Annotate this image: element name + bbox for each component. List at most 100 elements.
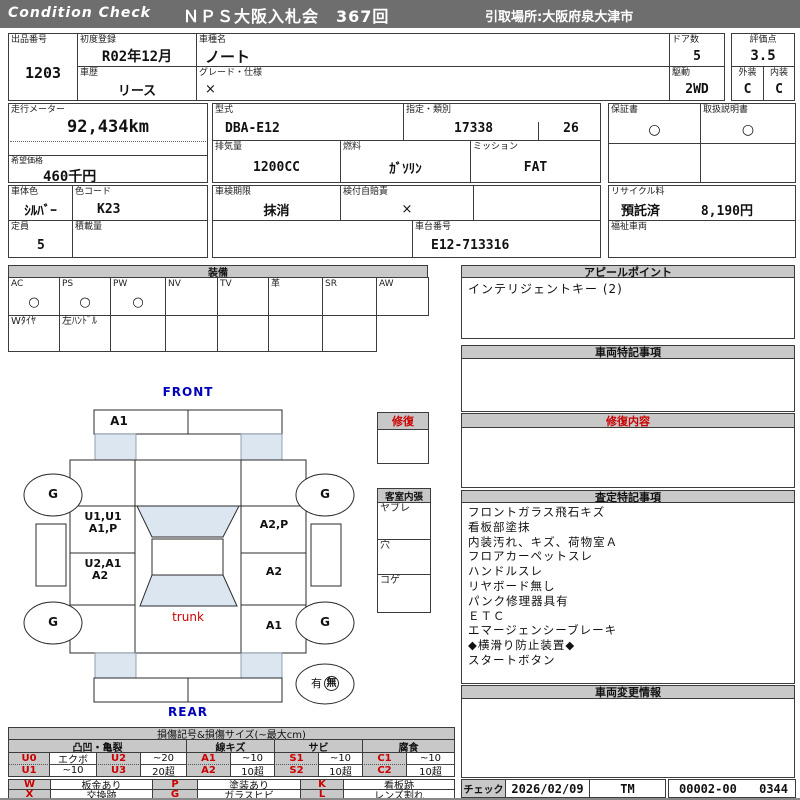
vehicle-notes-title: 車両特記事項: [461, 345, 795, 359]
blank-cell-2: [212, 220, 413, 258]
odometer-divider: [10, 138, 206, 142]
manual-label: 取扱説明書: [701, 104, 795, 116]
check-date-cell: 2026/02/09: [505, 779, 590, 798]
interior-grade-cell: 内装 C: [763, 66, 795, 101]
equipment-cell-nv: NV: [165, 277, 218, 316]
recycle-fee-cell: リサイクル料 預託済 8,190円: [608, 185, 796, 221]
recycle-amount-value: 8,190円: [701, 200, 753, 219]
assessment-line: エマージェンシーブレーキ: [462, 623, 794, 638]
assessment-line: パンク修理器具有: [462, 594, 794, 609]
condition-check-sheet: Condition Check ＮＰＳ大阪入札会 367回 引取場所:大阪府泉大…: [0, 0, 800, 800]
spare-present-label: 有: [311, 677, 322, 690]
equipment-cell-sr: SR: [322, 277, 377, 316]
displacement-cell: 排気量 1200CC: [212, 140, 341, 183]
equipment-cell-aw: AW: [376, 277, 429, 316]
wheel-front-left: G: [24, 488, 82, 501]
recycle-fee-label: リサイクル料: [609, 186, 795, 198]
odometer-cell: 走行メーター 92,434km: [8, 103, 208, 156]
recycle-fee-values: 預託済 8,190円: [609, 198, 795, 220]
equipment-extra-cell-1: Wﾀｲﾔ: [8, 315, 60, 352]
change-info-body: [461, 698, 795, 778]
mark-left-rear-panel: U2,A1A2: [70, 558, 136, 582]
equipment-value-pw: ○: [111, 290, 165, 315]
legend-desc-a2: 10超: [230, 764, 275, 777]
trunk-label: trunk: [150, 611, 226, 624]
assessment-line: ＥＴＣ: [462, 609, 794, 624]
legend-code-c2: C2: [362, 764, 407, 777]
fuel-value: ｶﾞｿﾘﾝ: [341, 153, 470, 182]
equipment-cell-ps: PS ○: [59, 277, 111, 316]
warranty-label: 保証書: [609, 104, 700, 116]
spare-absent-circled: 無: [324, 676, 339, 691]
manual-circle: ○: [701, 116, 795, 143]
first-registration-value: R02年12月: [78, 46, 196, 66]
legend-group-corrosion: 腐食: [362, 739, 455, 753]
check-date-value: 2026/02/09: [506, 780, 589, 797]
equipment-label-sr: SR: [323, 278, 376, 290]
front-direction-label: FRONT: [160, 386, 216, 399]
first-registration-cell: 初度登録 R02年12月: [77, 33, 197, 67]
exterior-grade-cell: 外装 C: [731, 66, 764, 101]
equipment-value-ps: ○: [60, 290, 110, 315]
exterior-grade-value: C: [732, 79, 763, 100]
equipment-value-tv: [218, 290, 268, 315]
equipment-extra-cell-4: [165, 315, 218, 352]
equipment-extra-cell-6: [268, 315, 323, 352]
equipment-label-ac: AC: [9, 278, 59, 290]
legend-code-u1: U1: [8, 764, 50, 777]
first-registration-label: 初度登録: [78, 34, 196, 46]
mark-left-rear-line2: A2: [70, 570, 136, 582]
capacity-value: 5: [9, 233, 72, 257]
displacement-value: 1200CC: [213, 153, 340, 182]
equipment-label-nv: NV: [166, 278, 217, 290]
auction-title: ＮＰＳ大阪入札会 367回: [183, 3, 389, 27]
warranty-cell: 保証書 ○: [608, 103, 701, 144]
mark-right-rear-panel: A2: [241, 565, 307, 578]
assessment-line: リヤボード無し: [462, 579, 794, 594]
legend-group-dents: 凸凹・亀裂: [8, 739, 187, 753]
insurance-value: ×: [341, 198, 473, 220]
body-color-label: 車体色: [9, 186, 72, 198]
odometer-label: 走行メーター: [9, 104, 207, 116]
shaken-label: 車検期限: [213, 186, 340, 198]
legend-desc-u1: ~10: [49, 764, 97, 777]
pickup-location: 引取場所:大阪府泉大津市: [485, 6, 633, 25]
grade-cell: グレード・仕様 ×: [196, 66, 670, 101]
assessment-line: 看板部塗抹: [462, 520, 794, 535]
mark-left-front-line2: A1,P: [70, 523, 136, 535]
legend-group-rust: サビ: [274, 739, 363, 753]
assessment-line: ハンドルスレ: [462, 564, 794, 579]
shaken-cell: 車検期限 抹消: [212, 185, 341, 221]
drive-cell: 駆動 2WD: [669, 66, 725, 101]
assessment-line: 内装汚れ、キズ、荷物室Ａ: [462, 535, 794, 550]
transmission-label: ミッション: [471, 141, 600, 153]
assessment-line: ◆横滑り防止装置◆: [462, 638, 794, 653]
grade-value: ×: [197, 79, 669, 100]
equipment-label-tv: TV: [218, 278, 268, 290]
blank-cell-1: [473, 185, 601, 221]
class-type-divider: [538, 122, 539, 141]
recycle-status-value: 預託済: [621, 200, 660, 219]
price-cell: 希望価格 460千円: [8, 155, 208, 183]
equipment-extra-lhd: 左ﾊﾝﾄﾞﾙ: [60, 316, 110, 328]
history-label: 車歴: [78, 67, 196, 79]
wheel-rear-left: G: [24, 616, 82, 629]
equipment-value-aw: [377, 290, 428, 315]
wheel-rear-right: G: [296, 616, 354, 629]
transmission-cell: ミッション FAT: [470, 140, 601, 183]
doors-label: ドア数: [670, 34, 724, 46]
price-label: 希望価格: [9, 156, 207, 166]
doors-value: 5: [670, 46, 724, 66]
doors-cell: ドア数 5: [669, 33, 725, 67]
equipment-label-aw: AW: [377, 278, 428, 290]
manual-empty-cell: [700, 143, 796, 183]
grade-label: グレード・仕様: [197, 67, 669, 79]
equipment-value-nv: [166, 290, 217, 315]
body-color-cell: 車体色 ｼﾙﾊﾞｰ: [8, 185, 73, 221]
equipment-extra-cell-7: [322, 315, 377, 352]
capacity-cell: 定員 5: [8, 220, 73, 258]
fuel-label: 燃料: [341, 141, 470, 153]
mark-front-bumper: A1: [97, 415, 141, 428]
model-name-label: 車種名: [197, 34, 669, 46]
lot-number-label: 出品番号: [9, 34, 77, 46]
